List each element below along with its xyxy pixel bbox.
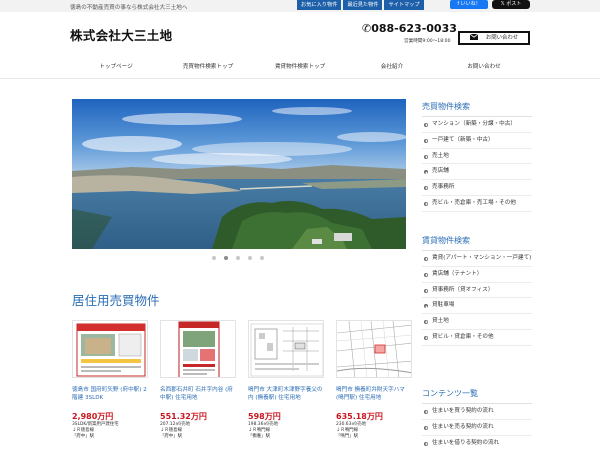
slider-dot[interactable] (212, 256, 216, 260)
sidebar-item-rental-housing[interactable]: 賃貸(アパート・マンション・一戸建て) (422, 251, 532, 267)
phone-number: ✆088-623-0033 (362, 22, 457, 35)
property-map-image[interactable] (336, 320, 412, 378)
nav-top-page[interactable]: トップページ (70, 57, 162, 78)
nav-company[interactable]: 会社紹介 (346, 57, 438, 78)
sidebar-item-rental-office[interactable]: 貸事務所（貸オフィス） (422, 283, 532, 299)
property-card[interactable]: 名西郡石井町 石井字内谷 (府中駅) 住宅用地 551.32万円 207.12㎡… (160, 320, 236, 439)
site-tagline: 徳島の不動産売買の事なら株式会社大三土地へ (70, 5, 188, 11)
sitemap-link[interactable]: サイトマップ (384, 0, 424, 10)
business-hours: 営業時間9:00～18:00 (404, 39, 451, 44)
nav-contact[interactable]: お問い合わせ (438, 57, 530, 78)
top-links: お気に入り物件 最近見た物件 サイトマップ (297, 0, 424, 10)
property-card[interactable]: 徳島市 国府町矢野 (府中駅) 2階建 3SLDK 2,980万円 3SLDK/… (72, 320, 148, 439)
sidebar-sale-search: 売買物件検索 マンション（新築・分譲・中古） 一戸建て（新築・中古） 売土地 売… (422, 101, 532, 212)
property-title[interactable]: 徳島市 国府町矢野 (府中駅) 2階建 3SLDK (72, 386, 148, 412)
top-bar: 徳島の不動産売買の事なら株式会社大三土地へ お気に入り物件 最近見た物件 サイト… (0, 0, 600, 12)
sidebar-item-parking[interactable]: 貸駐車場 (422, 298, 532, 315)
slider-dot[interactable] (260, 256, 264, 260)
contact-button-label: お問い合わせ (485, 35, 519, 41)
sidebar-item-office[interactable]: 売事務所 (422, 180, 532, 196)
sidebar-item-mansion[interactable]: マンション（新築・分譲・中古） (422, 117, 532, 133)
hero-slider-image[interactable] (72, 99, 406, 249)
nav-rent-search[interactable]: 賃貸物件検索トップ (254, 57, 346, 78)
property-price: 551.32万円 (160, 412, 207, 421)
sidebar-heading: 売買物件検索 (422, 101, 532, 117)
facebook-like-label: いいね！ (460, 1, 481, 7)
contact-button[interactable]: お問い合わせ (458, 31, 530, 45)
sidebar-item-rental-building[interactable]: 貸ビル・貸倉庫・その他 (422, 330, 532, 346)
property-flyer-image[interactable] (160, 320, 236, 378)
property-price: 635.18万円 (336, 412, 383, 421)
nav-sale-search[interactable]: 売買物件検索トップ (162, 57, 254, 78)
slider-dot[interactable] (248, 256, 252, 260)
slider-dot[interactable] (236, 256, 240, 260)
facebook-like-button[interactable]: f いいね！ (450, 0, 488, 9)
global-nav: トップページ 売買物件検索トップ 賃貸物件検索トップ 会社紹介 お問い合わせ (0, 57, 600, 79)
slider-pagination (212, 256, 264, 260)
property-title[interactable]: 鳴門市 大津町木津野字養父の内 (撫養駅) 住宅用地 (248, 386, 324, 412)
property-card[interactable]: 鳴門市 撫養町弁財天字ハマ (鳴門駅) 住宅用地 635.18万円 230.63… (336, 320, 412, 439)
sidebar-item-store[interactable]: 売店舗 (422, 164, 532, 181)
slider-dot-active[interactable] (224, 256, 228, 260)
sidebar-item-rent-flow[interactable]: 住まいを借りる契約の流れ (422, 436, 532, 450)
sidebar-contents: コンテンツ一覧 住まいを買う契約の流れ 住まいを売る契約の流れ 住まいを借りる契… (422, 388, 532, 450)
x-post-label: ポスト (506, 1, 522, 7)
section-title: 居住用売買物件 (72, 293, 160, 308)
property-station: 「鳴門」駅 (336, 433, 358, 439)
property-price: 598万円 (248, 412, 281, 421)
property-flyer-image[interactable] (72, 320, 148, 378)
sidebar-item-buy-flow[interactable]: 住まいを買う契約の流れ (422, 404, 532, 420)
property-map-image[interactable] (248, 320, 324, 378)
sidebar-item-building[interactable]: 売ビル・売倉庫・売工場・その他 (422, 196, 532, 212)
sidebar-item-sell-flow[interactable]: 住まいを売る契約の流れ (422, 420, 532, 436)
sidebar-heading: コンテンツ一覧 (422, 388, 532, 404)
favorites-link[interactable]: お気に入り物件 (297, 0, 342, 10)
recently-viewed-link[interactable]: 最近見た物件 (343, 0, 383, 10)
property-title[interactable]: 名西郡石井町 石井字内谷 (府中駅) 住宅用地 (160, 386, 236, 412)
page: 徳島の不動産売買の事なら株式会社大三土地へ お気に入り物件 最近見た物件 サイト… (0, 0, 600, 450)
property-title[interactable]: 鳴門市 撫養町弁財天字ハマ (鳴門駅) 住宅用地 (336, 386, 412, 412)
site-logo[interactable]: 株式会社大三土地 (70, 25, 172, 44)
sidebar-rent-search: 賃貸物件検索 賃貸(アパート・マンション・一戸建て) 賃店舗（テナント） 貸事務… (422, 235, 532, 346)
x-post-button[interactable]: 𝕏 ポスト (492, 0, 530, 9)
property-station: 「府中」駅 (160, 433, 182, 439)
sidebar-heading: 賃貸物件検索 (422, 235, 532, 251)
property-station: 「府中」駅 (72, 433, 94, 439)
phone-icon: ✆ (362, 22, 372, 35)
property-card[interactable]: 鳴門市 大津町木津野字養父の内 (撫養駅) 住宅用地 598万円 198.36㎡… (248, 320, 324, 439)
property-card-list: 徳島市 国府町矢野 (府中駅) 2階建 3SLDK 2,980万円 3SLDK/… (72, 320, 412, 439)
coastal-landscape-image (72, 99, 406, 249)
sidebar-item-rental-land[interactable]: 貸土地 (422, 314, 532, 330)
sidebar-item-land[interactable]: 売土地 (422, 149, 532, 165)
sidebar-item-house[interactable]: 一戸建て（新築・中古） (422, 133, 532, 149)
property-station: 「撫養」駅 (248, 433, 270, 439)
property-price: 2,980万円 (72, 412, 114, 421)
sidebar-item-rental-store[interactable]: 賃店舗（テナント） (422, 267, 532, 283)
phone-number-text: 088-623-0033 (371, 22, 457, 35)
mail-icon (469, 33, 479, 40)
